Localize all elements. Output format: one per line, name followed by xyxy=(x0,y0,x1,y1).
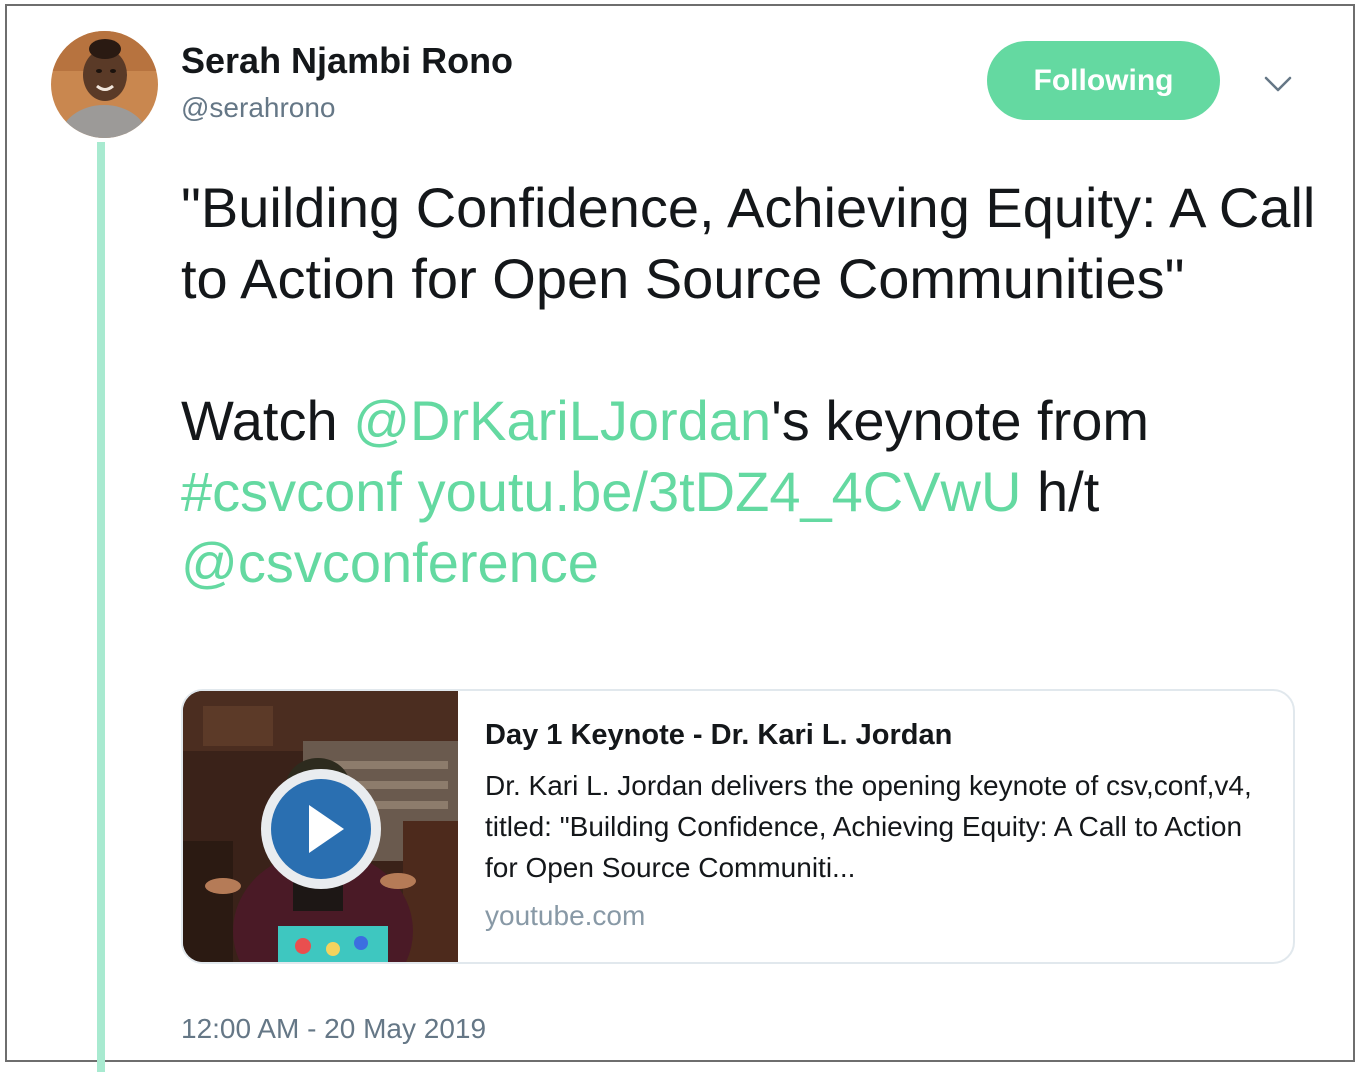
youtube-link[interactable]: youtu.be/3tDZ4_4CVwU xyxy=(418,460,1022,523)
tweet-quote-line: "Building Confidence, Achieving Equity: … xyxy=(181,176,1316,310)
thread-line xyxy=(97,142,105,1072)
card-description: Dr. Kari L. Jordan delivers the opening … xyxy=(485,770,1252,883)
video-thumbnail[interactable] xyxy=(183,691,458,962)
tweet-keynote-text: 's keynote from xyxy=(771,389,1150,452)
mention-link-csvconference[interactable]: @csvconference xyxy=(181,531,599,594)
avatar[interactable] xyxy=(51,31,158,138)
card-domain: youtube.com xyxy=(485,900,646,931)
card-title: Day 1 Keynote - Dr. Kari L. Jordan xyxy=(485,719,953,751)
tweet-watch-text: Watch xyxy=(181,389,354,452)
hashtag-link-csvconf[interactable]: #csvconf xyxy=(181,460,402,523)
play-icon[interactable] xyxy=(259,767,383,891)
link-preview-card[interactable]: Day 1 Keynote - Dr. Kari L. Jordan Dr. K… xyxy=(181,689,1295,964)
author-handle[interactable]: @serahrono xyxy=(181,92,336,124)
tweet-ht-text: h/t xyxy=(1036,460,1100,523)
tweet-timestamp[interactable]: 12:00 AM - 20 May 2019 xyxy=(181,1013,486,1045)
following-button[interactable]: Following xyxy=(987,41,1220,120)
author-display-name[interactable]: Serah Njambi Rono xyxy=(181,40,513,82)
mention-link-drkariljordan[interactable]: @DrKariLJordan xyxy=(353,389,771,452)
tweet-text: "Building Confidence, Achieving Equity: … xyxy=(181,172,1321,598)
chevron-down-icon[interactable] xyxy=(1262,72,1294,96)
